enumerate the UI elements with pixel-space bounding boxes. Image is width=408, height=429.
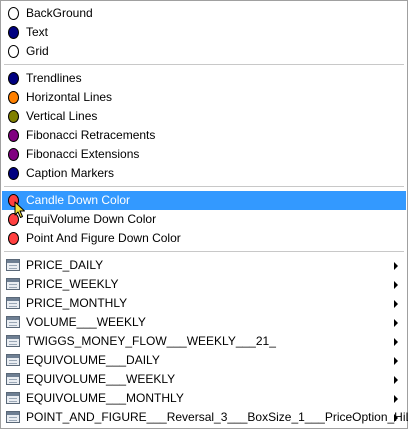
menu-item-template[interactable]: EQUIVOLUME___MONTHLY: [2, 389, 406, 408]
chevron-right-icon: [394, 414, 398, 422]
color-swatch-icon: [8, 167, 19, 180]
menu-item-label: PRICE_WEEKLY: [26, 277, 119, 291]
menu-item-background[interactable]: BackGround: [2, 4, 406, 23]
menu-item-template[interactable]: TWIGGS_MONEY_FLOW___WEEKLY___21_: [2, 332, 406, 351]
menu-item-label: Grid: [26, 44, 49, 58]
chevron-right-icon: [394, 319, 398, 327]
menu-separator: [4, 186, 404, 187]
menu-separator: [4, 251, 404, 252]
menu-item-label: EquiVolume Down Color: [26, 212, 157, 226]
chevron-right-icon: [394, 376, 398, 384]
chevron-right-icon: [394, 262, 398, 270]
window-icon: [6, 316, 20, 328]
color-swatch-icon: [8, 26, 19, 39]
chevron-right-icon: [394, 395, 398, 403]
window-icon: [6, 373, 20, 385]
menu-item-vertical-lines[interactable]: Vertical Lines: [2, 107, 406, 126]
color-swatch-icon: [8, 148, 19, 161]
window-icon: [6, 411, 20, 423]
menu-item-label: Vertical Lines: [26, 109, 98, 123]
menu-item-label: Trendlines: [26, 71, 82, 85]
menu-item-template[interactable]: VOLUME___WEEKLY: [2, 313, 406, 332]
menu-item-fibonacci-extensions[interactable]: Fibonacci Extensions: [2, 145, 406, 164]
menu-item-label: VOLUME___WEEKLY: [26, 315, 146, 329]
menu-item-point-and-figure-down-color[interactable]: Point And Figure Down Color: [2, 229, 406, 248]
window-icon: [6, 297, 20, 309]
menu-item-label: Fibonacci Retracements: [26, 128, 156, 142]
menu-item-label: EQUIVOLUME___WEEKLY: [26, 372, 176, 386]
menu-item-text[interactable]: Text: [2, 23, 406, 42]
menu-item-template[interactable]: PRICE_WEEKLY: [2, 275, 406, 294]
menu-item-label: PRICE_DAILY: [26, 258, 104, 272]
menu-item-label: Point And Figure Down Color: [26, 231, 181, 245]
menu-item-equivolume-down-color[interactable]: EquiVolume Down Color: [2, 210, 406, 229]
menu-item-template[interactable]: POINT_AND_FIGURE___Reversal_3___BoxSize_…: [2, 408, 408, 427]
menu-item-label: Caption Markers: [26, 166, 115, 180]
menu-item-template[interactable]: EQUIVOLUME___WEEKLY: [2, 370, 406, 389]
menu-item-template[interactable]: PRICE_MONTHLY: [2, 294, 406, 313]
chevron-right-icon: [394, 300, 398, 308]
menu-item-label: BackGround: [26, 6, 93, 20]
menu-item-template[interactable]: PRICE_DAILY: [2, 256, 406, 275]
chevron-right-icon: [394, 357, 398, 365]
menu-item-label: Fibonacci Extensions: [26, 147, 140, 161]
menu-item-label: POINT_AND_FIGURE___Reversal_3___BoxSize_…: [26, 410, 408, 424]
menu-item-grid[interactable]: Grid: [2, 42, 406, 61]
menu-item-horizontal-lines[interactable]: Horizontal Lines: [2, 88, 406, 107]
context-menu: BackGround Text Grid Trendlines Horizont…: [0, 0, 408, 429]
chevron-right-icon: [394, 338, 398, 346]
menu-item-trendlines[interactable]: Trendlines: [2, 69, 406, 88]
color-swatch-icon: [8, 91, 19, 104]
menu-separator: [4, 64, 404, 65]
window-icon: [6, 354, 20, 366]
menu-item-label: Candle Down Color: [26, 193, 131, 207]
window-icon: [6, 392, 20, 404]
color-swatch-icon: [8, 45, 19, 58]
menu-item-label: TWIGGS_MONEY_FLOW___WEEKLY___21_: [26, 334, 276, 348]
color-swatch-icon: [8, 232, 19, 245]
menu-item-label: EQUIVOLUME___MONTHLY: [26, 391, 184, 405]
window-icon: [6, 259, 20, 271]
color-swatch-icon: [8, 7, 19, 20]
color-swatch-icon: [8, 110, 19, 123]
color-swatch-icon: [8, 72, 19, 85]
window-icon: [6, 278, 20, 290]
menu-item-label: Text: [26, 25, 49, 39]
menu-item-fibonacci-retracements[interactable]: Fibonacci Retracements: [2, 126, 406, 145]
menu-item-label: PRICE_MONTHLY: [26, 296, 128, 310]
chevron-right-icon: [394, 281, 398, 289]
menu-item-label: Horizontal Lines: [26, 90, 113, 104]
menu-item-caption-markers[interactable]: Caption Markers: [2, 164, 406, 183]
window-icon: [6, 335, 20, 347]
mouse-pointer-icon: [14, 201, 25, 218]
menu-item-label: EQUIVOLUME___DAILY: [26, 353, 160, 367]
menu-item-candle-down-color[interactable]: Candle Down Color: [2, 191, 406, 210]
menu-item-template[interactable]: EQUIVOLUME___DAILY: [2, 351, 406, 370]
color-swatch-icon: [8, 129, 19, 142]
